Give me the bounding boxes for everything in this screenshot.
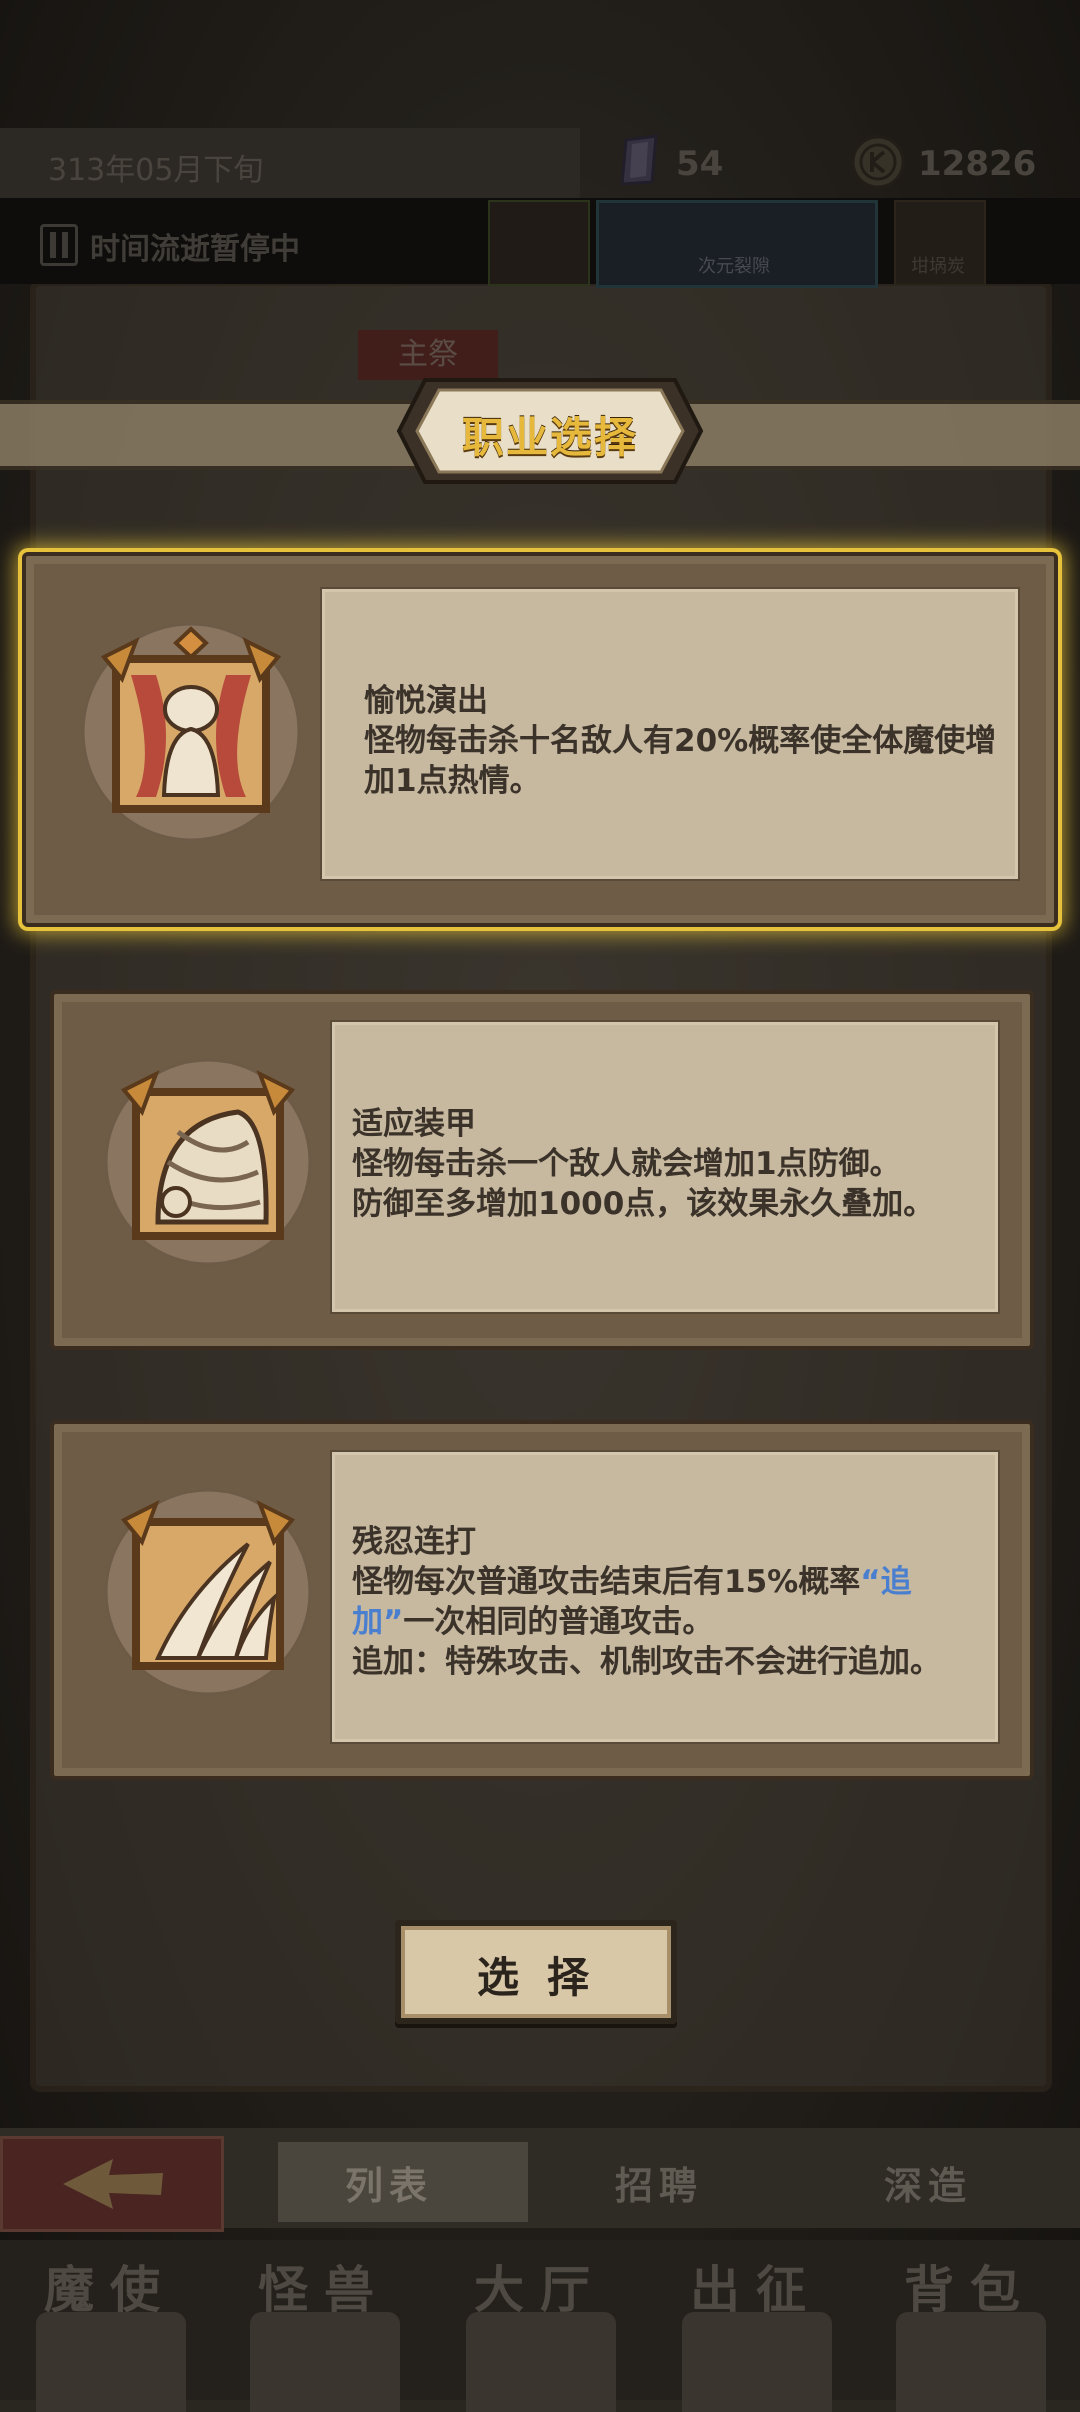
option-title: 适应装甲 bbox=[352, 1106, 476, 1142]
option-description-text: 怪物每次普通攻击结束后有15%概率 bbox=[352, 1564, 861, 1600]
claw-strike-icon bbox=[104, 1488, 312, 1696]
sub-tab-recruit[interactable]: 招聘 bbox=[615, 2155, 703, 2210]
class-option-card-3[interactable]: 残忍连打 怪物每次普通攻击结束后有15%概率“追加”一次相同的普通攻击。 追加：… bbox=[50, 1420, 1034, 1780]
expedition-nav-icon bbox=[682, 2312, 832, 2412]
class-option-card-1[interactable]: 愉悦演出 怪物每击杀十名敌人有20%概率使全体魔使增加1点热情。 bbox=[22, 552, 1058, 927]
option-title: 残忍连打 bbox=[352, 1524, 476, 1560]
hall-nav-icon bbox=[466, 2312, 616, 2412]
select-button[interactable]: 选择 bbox=[395, 1920, 677, 2024]
card-body: 愉悦演出 怪物每击杀十名敌人有20%概率使全体魔使增加1点热情。 bbox=[320, 587, 1020, 881]
class-option-card-2[interactable]: 适应装甲 怪物每击杀一个敌人就会增加1点防御。 防御至多增加1000点，该效果永… bbox=[50, 990, 1034, 1350]
mage-nav-icon bbox=[36, 2312, 186, 2412]
armor-helmet-icon bbox=[104, 1058, 312, 1266]
dialog-title: 职业选择 bbox=[461, 413, 638, 462]
back-button[interactable] bbox=[0, 2136, 224, 2232]
sub-tab-list[interactable]: 列表 bbox=[345, 2155, 433, 2210]
monster-nav-icon bbox=[250, 2312, 400, 2412]
option-description-text: 一次相同的普通攻击。 bbox=[403, 1604, 714, 1640]
card-body: 残忍连打 怪物每次普通攻击结束后有15%概率“追加”一次相同的普通攻击。 追加：… bbox=[330, 1450, 1000, 1744]
option-title: 愉悦演出 bbox=[364, 683, 488, 719]
sub-tab-advance[interactable]: 深造 bbox=[884, 2155, 972, 2210]
option-description-line: 怪物每击杀一个敌人就会增加1点防御。 bbox=[352, 1146, 901, 1182]
performer-icon bbox=[81, 622, 301, 842]
back-arrow-icon bbox=[63, 2159, 163, 2209]
card-body: 适应装甲 怪物每击杀一个敌人就会增加1点防御。 防御至多增加1000点，该效果永… bbox=[330, 1020, 1000, 1314]
bag-nav-icon bbox=[896, 2312, 1046, 2412]
option-description-line: 防御至多增加1000点，该效果永久叠加。 bbox=[352, 1186, 935, 1222]
option-description: 怪物每次普通攻击结束后有15%概率“追加”一次相同的普通攻击。 bbox=[352, 1562, 992, 1642]
option-note: 追加：特殊攻击、机制攻击不会进行追加。 bbox=[352, 1644, 941, 1680]
option-description: 怪物每击杀十名敌人有20%概率使全体魔使增加1点热情。 bbox=[364, 723, 997, 799]
